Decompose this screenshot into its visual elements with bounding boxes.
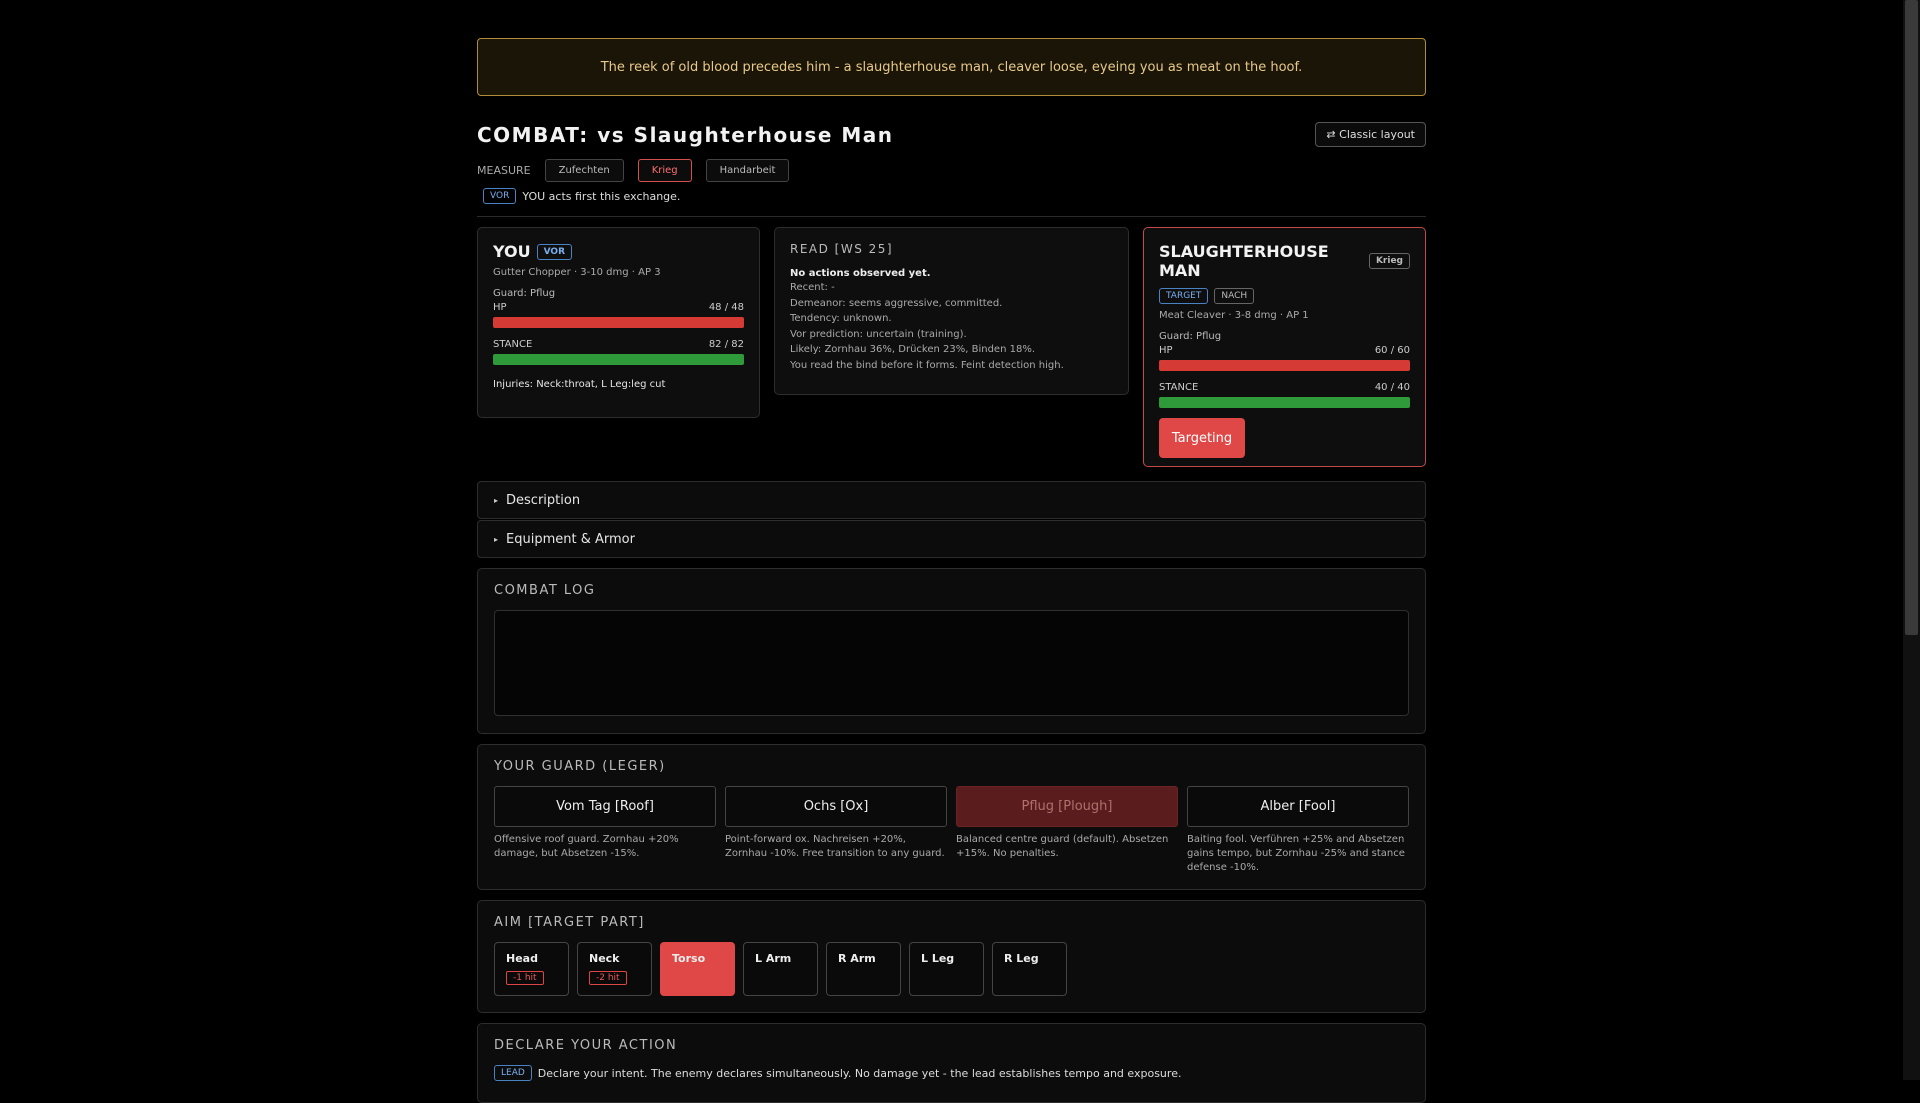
enemy-hp-label: HP <box>1159 345 1173 356</box>
title-bar: COMBAT: vs Slaughterhouse Man ⇄ Classic … <box>477 122 1426 147</box>
equipment-toggle[interactable]: ▸ Equipment & Armor <box>477 520 1426 558</box>
measure-selector: MEASURE Zufechten Krieg Handarbeit <box>477 159 1426 182</box>
aim-l-arm-button[interactable]: L Arm <box>743 942 818 996</box>
aim-neck-button[interactable]: Neck -2 hit <box>577 942 652 996</box>
enemy-card[interactable]: SLAUGHTERHOUSE MAN Krieg TARGET NACH Mea… <box>1143 227 1426 467</box>
enemy-stance-value: 40 / 40 <box>1374 382 1410 393</box>
declare-title: DECLARE YOUR ACTION <box>494 1038 678 1053</box>
combat-log-title: COMBAT LOG <box>494 583 596 598</box>
aim-part-name: Neck <box>589 952 620 965</box>
player-hp-label: HP <box>493 302 507 313</box>
player-weapon: Gutter Chopper · 3-10 dmg · AP 3 <box>493 267 661 278</box>
guard-alber-button[interactable]: Alber [Fool] <box>1187 786 1409 827</box>
aim-part-name: L Leg <box>921 952 955 965</box>
aim-part-name: Head <box>506 952 538 965</box>
enemy-stance-label: STANCE <box>1159 382 1199 393</box>
read-headline: No actions observed yet. <box>790 268 931 279</box>
divider <box>477 216 1426 217</box>
player-vor-badge: VOR <box>536 243 572 260</box>
nach-badge: NACH <box>1214 288 1255 304</box>
initiative-text: YOU acts first this exchange. <box>522 189 681 203</box>
aim-penalty-badge: -1 hit <box>506 971 544 985</box>
guard-pflug-button[interactable]: Pflug [Plough] <box>956 786 1178 827</box>
guard-description: Balanced centre guard (default). Absetze… <box>956 834 1169 859</box>
read-line: Demeanor: seems aggressive, committed. <box>790 297 1003 309</box>
aim-part-name: R Arm <box>838 952 876 965</box>
scrollbar-thumb[interactable] <box>1905 0 1918 635</box>
read-line: Vor prediction: uncertain (training). <box>790 328 967 340</box>
encounter-banner: The reek of old blood precedes him - a s… <box>477 38 1426 96</box>
aim-part-name: R Leg <box>1004 952 1039 965</box>
combatant-cards: YOU VOR Gutter Chopper · 3-10 dmg · AP 3… <box>477 227 1426 467</box>
player-hp-value: 48 / 48 <box>708 302 744 313</box>
guard-panel: YOUR GUARD (LEGER) Vom Tag [Roof] Offens… <box>477 744 1426 890</box>
measure-label: MEASURE <box>477 164 531 177</box>
equipment-label: Equipment & Armor <box>506 531 635 547</box>
targeting-button[interactable]: Targeting <box>1159 418 1245 458</box>
combat-screen: The reek of old blood precedes him - a s… <box>477 38 1426 1103</box>
player-card: YOU VOR Gutter Chopper · 3-10 dmg · AP 3… <box>477 227 760 418</box>
guard-vom-tag-button[interactable]: Vom Tag [Roof] <box>494 786 716 827</box>
caret-right-icon: ▸ <box>494 495 499 505</box>
player-hp-fill <box>493 317 744 328</box>
measure-handarbeit-button[interactable]: Handarbeit <box>705 159 790 182</box>
player-name: YOU <box>493 242 531 261</box>
combat-log-panel: COMBAT LOG <box>477 568 1426 734</box>
read-line: Recent: - <box>790 282 835 293</box>
guard-panel-title: YOUR GUARD (LEGER) <box>494 759 666 774</box>
combat-log-box[interactable] <box>494 610 1409 716</box>
player-guard: Guard: Pflug <box>493 288 556 299</box>
aim-torso-button[interactable]: Torso <box>660 942 735 996</box>
read-line: Likely: Zornhau 36%, Drücken 23%, Binden… <box>790 344 1035 356</box>
aim-l-leg-button[interactable]: L Leg <box>909 942 984 996</box>
read-card: READ [WS 25] No actions observed yet. Re… <box>774 227 1129 395</box>
guard-description: Point-forward ox. Nachreisen +20%, Zornh… <box>725 834 945 859</box>
read-line: You read the bind before it forms. Feint… <box>790 359 1064 371</box>
enemy-hp-bar <box>1159 360 1410 371</box>
player-injuries: Injuries: Neck:throat, L Leg:leg cut <box>493 379 666 390</box>
initiative-line: VOR YOU acts first this exchange. <box>483 188 1426 204</box>
aim-panel: AIM [TARGET PART] Head -1 hit Neck -2 hi… <box>477 900 1426 1013</box>
enemy-measure-badge: Krieg <box>1368 253 1410 269</box>
description-toggle[interactable]: ▸ Description <box>477 481 1426 519</box>
read-line: Tendency: unknown. <box>790 313 892 325</box>
enemy-weapon: Meat Cleaver · 3-8 dmg · AP 1 <box>1159 310 1309 321</box>
aim-penalty-badge: -2 hit <box>589 971 627 985</box>
description-label: Description <box>506 492 581 508</box>
lead-badge: LEAD <box>494 1065 532 1081</box>
classic-layout-button[interactable]: ⇄ Classic layout <box>1315 122 1426 147</box>
target-badge: TARGET <box>1159 288 1209 304</box>
enemy-name: SLAUGHTERHOUSE MAN <box>1159 242 1329 280</box>
guard-ochs-button[interactable]: Ochs [Ox] <box>725 786 947 827</box>
player-stance-bar <box>493 354 744 365</box>
player-stance-value: 82 / 82 <box>708 339 744 350</box>
aim-panel-title: AIM [TARGET PART] <box>494 915 645 930</box>
aim-r-leg-button[interactable]: R Leg <box>992 942 1067 996</box>
aim-head-button[interactable]: Head -1 hit <box>494 942 569 996</box>
declare-text: Declare your intent. The enemy declares … <box>537 1066 1182 1080</box>
player-stance-fill <box>493 354 744 365</box>
measure-zufechten-button[interactable]: Zufechten <box>544 159 624 182</box>
enemy-stance-bar <box>1159 397 1410 408</box>
player-stance-label: STANCE <box>493 339 533 350</box>
banner-text: The reek of old blood precedes him - a s… <box>600 59 1303 75</box>
guard-description: Baiting fool. Verführen +25% and Absetze… <box>1187 834 1405 873</box>
aim-part-name: Torso <box>672 952 706 965</box>
enemy-hp-fill <box>1159 360 1410 371</box>
enemy-guard: Guard: Pflug <box>1159 331 1222 342</box>
caret-right-icon: ▸ <box>494 534 499 544</box>
page-title: COMBAT: vs Slaughterhouse Man <box>477 122 894 147</box>
aim-part-name: L Arm <box>755 952 792 965</box>
enemy-stance-fill <box>1159 397 1410 408</box>
enemy-hp-value: 60 / 60 <box>1374 345 1410 356</box>
player-hp-bar <box>493 317 744 328</box>
read-title: READ [WS 25] <box>790 242 894 256</box>
vor-badge: VOR <box>483 188 517 204</box>
measure-krieg-button[interactable]: Krieg <box>637 159 692 182</box>
declare-panel: DECLARE YOUR ACTION LEAD Declare your in… <box>477 1023 1426 1103</box>
guard-description: Offensive roof guard. Zornhau +20% damag… <box>494 834 679 859</box>
aim-r-arm-button[interactable]: R Arm <box>826 942 901 996</box>
